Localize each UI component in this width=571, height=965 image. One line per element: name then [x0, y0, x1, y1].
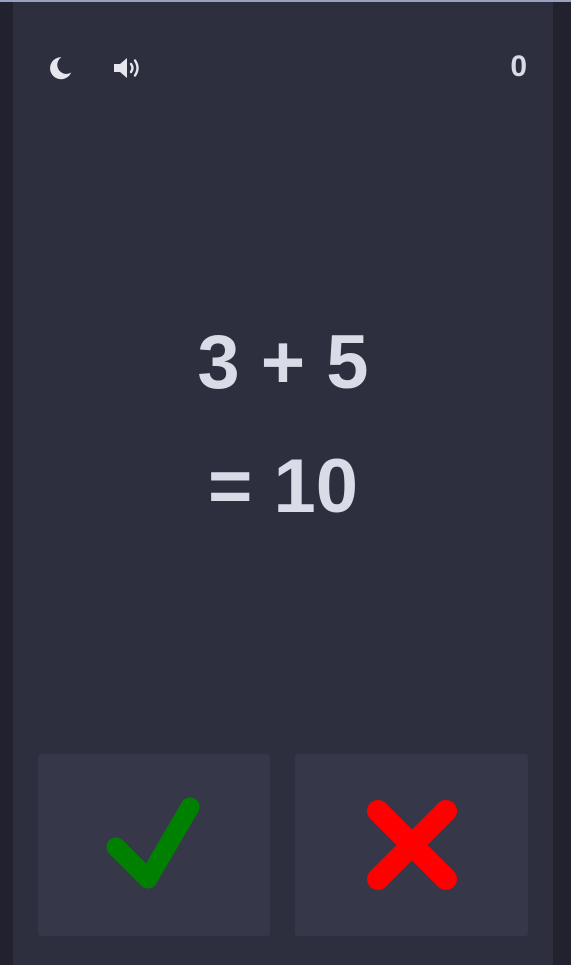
- cross-icon: [366, 800, 457, 890]
- speaker-volume-icon: [114, 58, 139, 78]
- math-expression: 3 + 5: [197, 320, 369, 405]
- sound-toggle-button[interactable]: [112, 52, 144, 84]
- wrong-answer-button[interactable]: [295, 754, 528, 936]
- correct-answer-button[interactable]: [38, 754, 270, 936]
- score-counter: 0: [510, 50, 527, 83]
- game-container: 0 3 + 5 = 10: [13, 2, 553, 965]
- proposed-answer: = 10: [207, 444, 359, 529]
- moon-icon: [50, 57, 72, 80]
- checkmark-icon: [106, 797, 200, 889]
- theme-toggle-button[interactable]: [44, 52, 76, 84]
